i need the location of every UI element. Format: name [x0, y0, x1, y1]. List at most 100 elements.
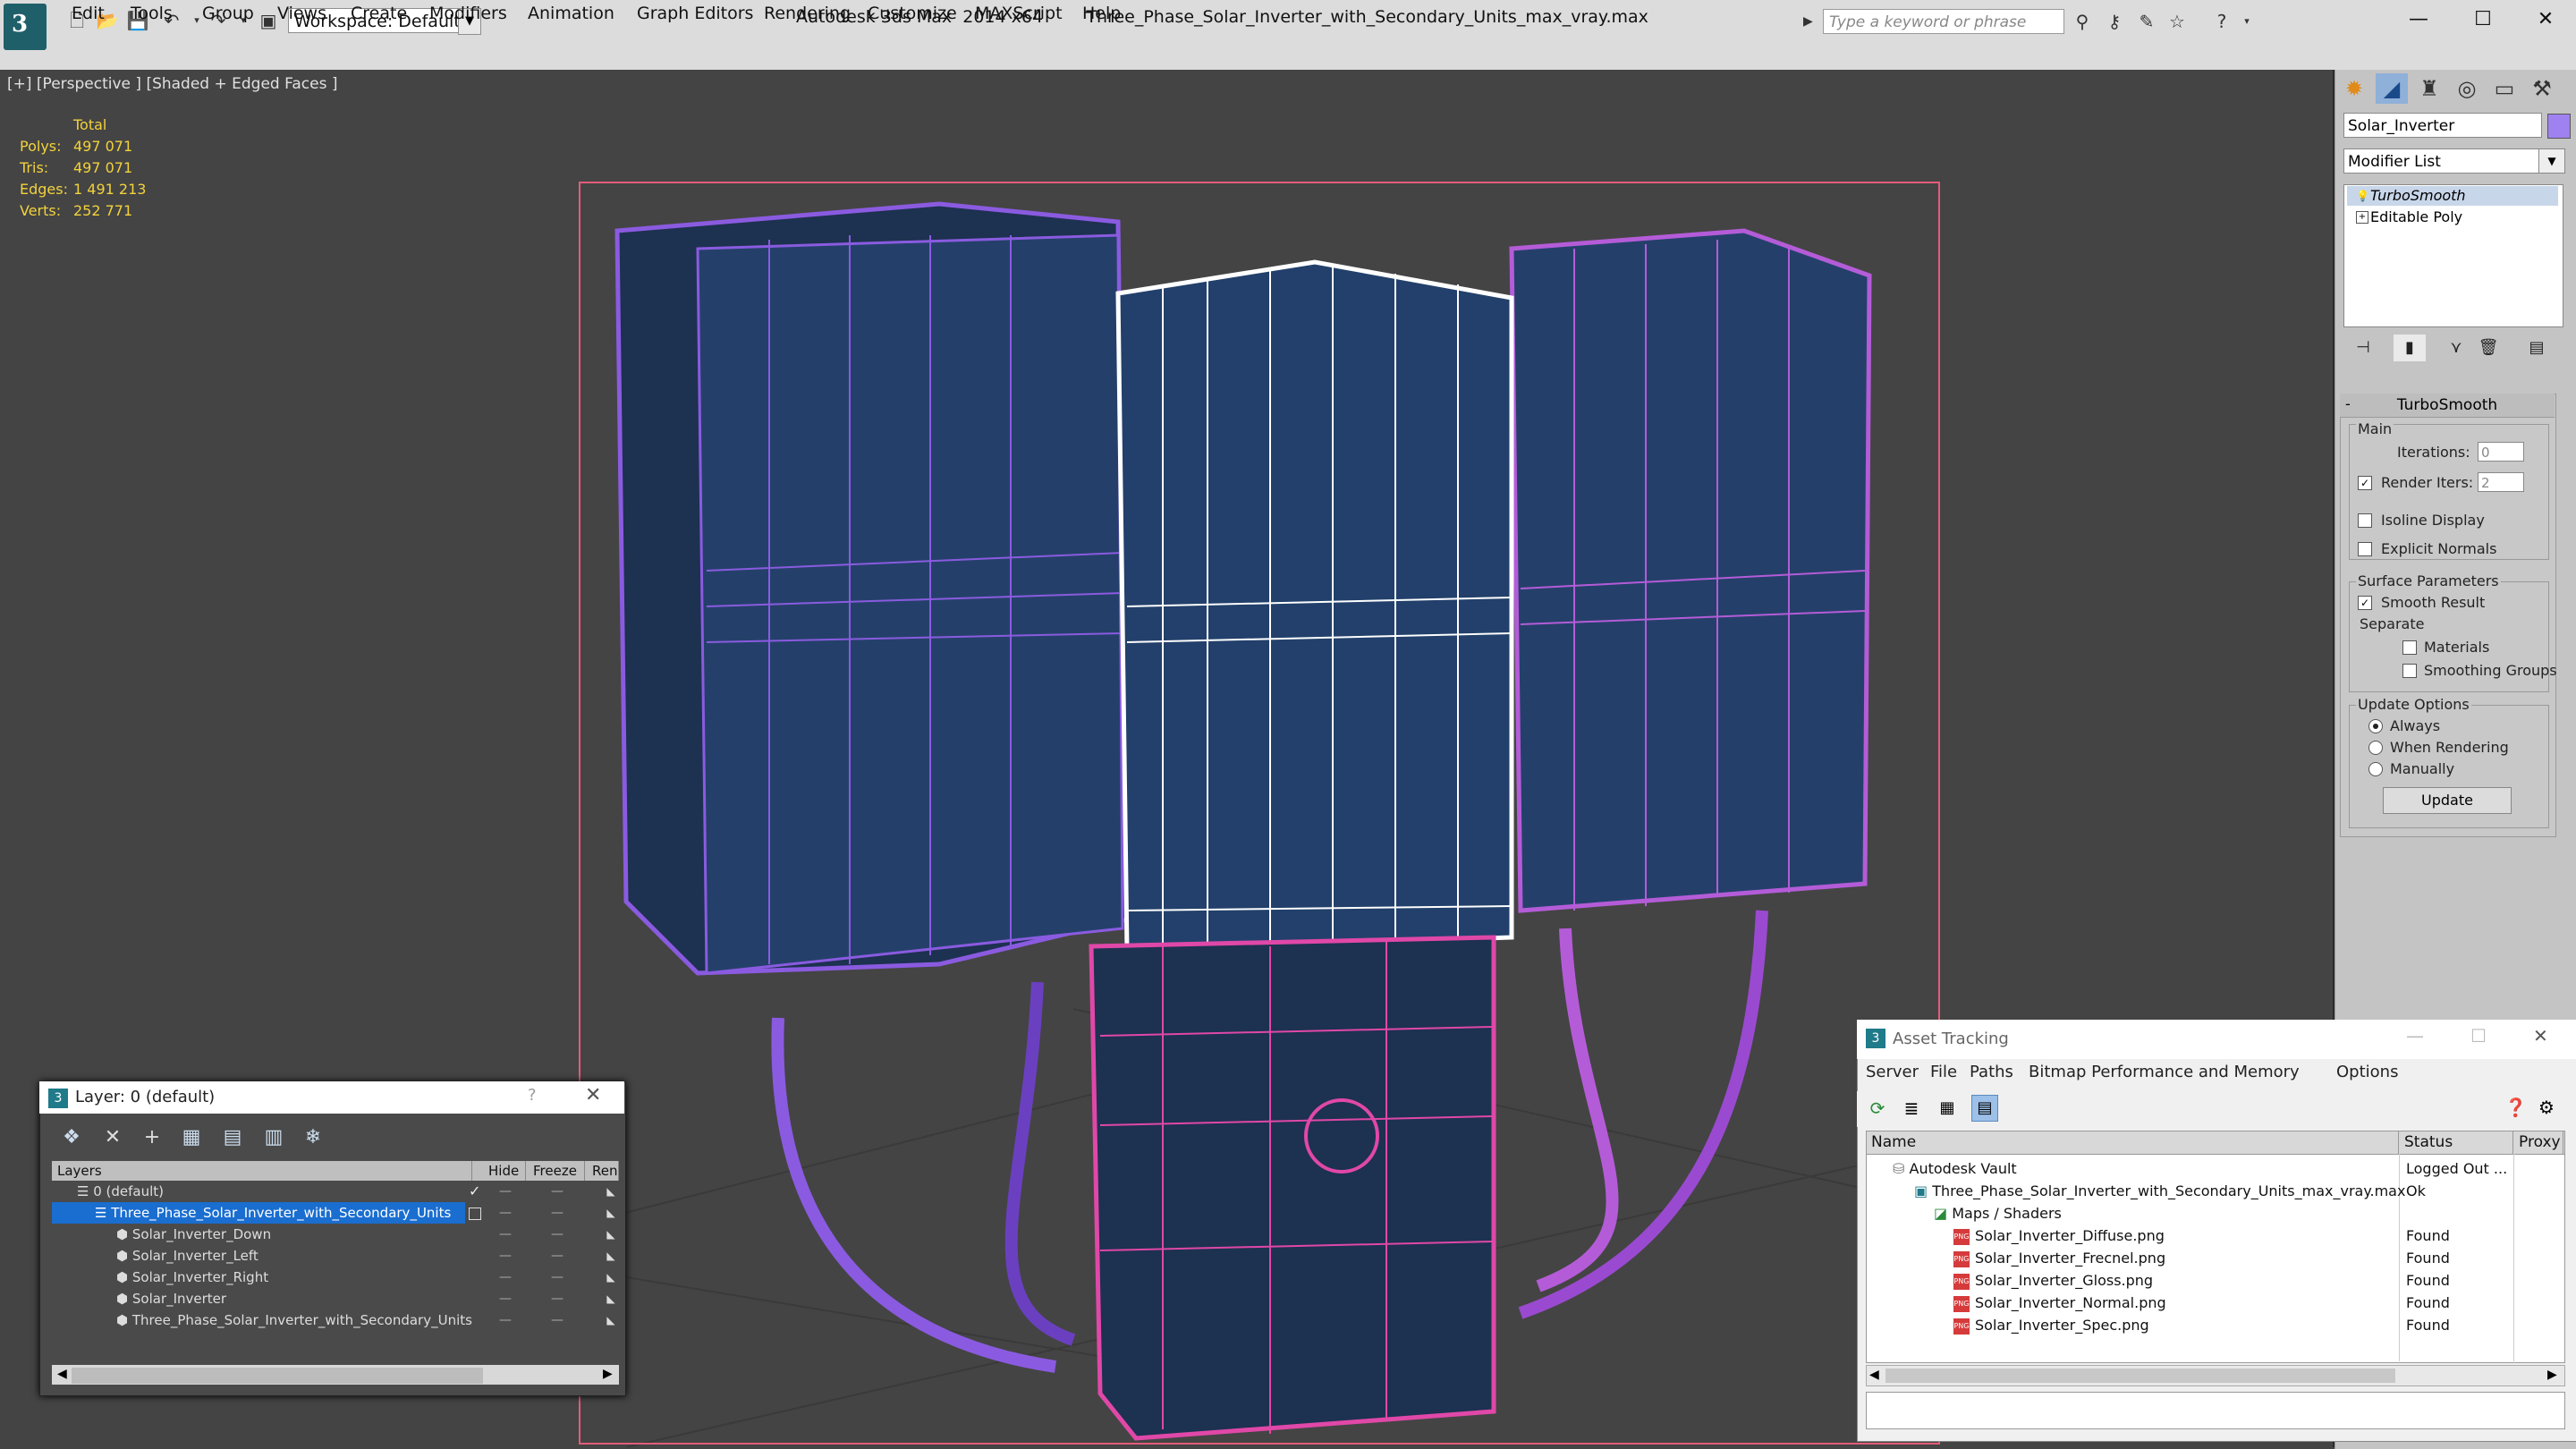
lightbulb-icon[interactable]: 💡: [2356, 190, 2369, 202]
list-view-icon[interactable]: ≣: [1900, 1097, 1923, 1120]
menu-rendering[interactable]: Rendering: [764, 4, 851, 23]
asset-menu-paths[interactable]: Paths: [1970, 1063, 2013, 1081]
binoculars-icon[interactable]: ⚲: [2070, 9, 2095, 34]
app-menu-button[interactable]: 3: [4, 4, 47, 50]
modifier-list-dropdown[interactable]: Modifier List: [2343, 148, 2565, 174]
menu-views[interactable]: Views: [277, 4, 326, 23]
menu-modifiers[interactable]: Modifiers: [429, 4, 507, 23]
maximize-icon[interactable]: ☐: [2470, 1025, 2487, 1046]
maximize-icon[interactable]: ☐: [2454, 4, 2512, 36]
search-expand-icon[interactable]: ▶: [1803, 11, 1819, 32]
viewport-label[interactable]: [+] [Perspective ] [Shaded + Edged Faces…: [7, 75, 337, 93]
column-hide[interactable]: Hide: [483, 1161, 526, 1181]
menu-animation[interactable]: Animation: [528, 4, 614, 23]
delete-layer-icon[interactable]: ✕: [98, 1125, 127, 1150]
hierarchy-tab-icon[interactable]: ♜: [2413, 73, 2445, 104]
layer-row[interactable]: ⬢ Solar_Inverter: [52, 1288, 226, 1309]
minimize-icon[interactable]: —: [2390, 4, 2447, 36]
scroll-left-icon[interactable]: ◀: [1869, 1368, 1879, 1382]
object-color-swatch[interactable]: [2547, 114, 2571, 139]
stack-item-turbosmooth[interactable]: TurboSmooth: [2347, 186, 2558, 206]
create-tab-icon[interactable]: ✹: [2338, 73, 2370, 104]
scroll-right-icon[interactable]: ▶: [2547, 1368, 2557, 1382]
smoothing-groups-checkbox[interactable]: [2402, 664, 2417, 678]
favorites-icon[interactable]: ☆: [2165, 9, 2190, 34]
stack-item-editable-poly[interactable]: Editable Poly: [2347, 208, 2558, 227]
column-proxy[interactable]: Proxy: [2513, 1131, 2563, 1154]
remove-modifier-icon[interactable]: 🗑: [2472, 335, 2504, 361]
asset-row[interactable]: PNG Solar_Inverter_Normal.png: [1866, 1292, 2166, 1314]
when-rendering-radio[interactable]: [2368, 741, 2383, 755]
infocenter-search-input[interactable]: Type a keyword or phrase: [1823, 9, 2064, 34]
detail-view-icon[interactable]: ▦: [1936, 1097, 1959, 1120]
object-name-field[interactable]: Solar_Inverter: [2343, 113, 2542, 138]
asset-row[interactable]: ⛁ Autodesk Vault: [1866, 1157, 2017, 1180]
column-name[interactable]: Name: [1866, 1131, 2399, 1154]
manually-radio[interactable]: [2368, 762, 2383, 776]
menu-create[interactable]: Create: [351, 4, 407, 23]
settings-icon[interactable]: ⚙: [2538, 1097, 2555, 1118]
hide-toggles[interactable]: — — — — — — —: [492, 1181, 519, 1331]
layer-row[interactable]: ⬢ Solar_Inverter_Left: [52, 1245, 258, 1267]
make-unique-icon[interactable]: ⋎: [2440, 335, 2472, 361]
rollout-header[interactable]: TurboSmooth: [2340, 394, 2555, 418]
scroll-right-icon[interactable]: ▶: [603, 1367, 613, 1381]
close-icon[interactable]: ✕: [2517, 4, 2574, 36]
close-icon[interactable]: ✕: [2533, 1025, 2548, 1046]
create-layer-icon[interactable]: ❖: [57, 1125, 86, 1150]
asset-menu-options[interactable]: Options: [2336, 1063, 2398, 1081]
refresh-icon[interactable]: ⟳: [1866, 1097, 1889, 1120]
show-end-result-icon[interactable]: ▮: [2394, 335, 2426, 361]
display-tab-icon[interactable]: ▭: [2488, 73, 2521, 104]
asset-row[interactable]: ▣ Three_Phase_Solar_Inverter_with_Second…: [1866, 1180, 2405, 1202]
help-icon[interactable]: ?: [528, 1086, 537, 1105]
layer-dialog-title[interactable]: Layer: 0 (default): [39, 1081, 624, 1114]
explicit-normals-checkbox[interactable]: [2358, 542, 2372, 556]
scroll-thumb[interactable]: [72, 1368, 483, 1384]
help-icon[interactable]: ?: [2209, 9, 2234, 34]
communication-icon[interactable]: ✎: [2134, 9, 2159, 34]
table-view-icon[interactable]: ▤: [1971, 1095, 1998, 1122]
collapse-icon[interactable]: -: [2345, 395, 2351, 412]
chevron-down-icon[interactable]: ▼: [2538, 149, 2564, 173]
menu-help[interactable]: Help: [1082, 4, 1121, 23]
menu-customize[interactable]: Customize: [868, 4, 957, 23]
help-dropdown-icon[interactable]: ▾: [2234, 9, 2259, 34]
column-freeze[interactable]: Freeze: [528, 1161, 585, 1181]
asset-row[interactable]: PNG Solar_Inverter_Diffuse.png: [1866, 1224, 2165, 1247]
always-radio[interactable]: [2368, 719, 2383, 733]
asset-menu-file[interactable]: File: [1930, 1063, 1957, 1081]
update-button[interactable]: Update: [2383, 787, 2512, 814]
render-toggles[interactable]: ◣ ◣ ◣ ◣ ◣ ◣ ◣: [605, 1181, 617, 1331]
minimize-icon[interactable]: —: [2406, 1025, 2424, 1046]
asset-row[interactable]: PNG Solar_Inverter_Frecnel.png: [1866, 1247, 2165, 1269]
utilities-tab-icon[interactable]: ⚒: [2526, 73, 2558, 104]
menu-maxscript[interactable]: MAXScript: [975, 4, 1063, 23]
menu-group[interactable]: Group: [202, 4, 254, 23]
close-icon[interactable]: ✕: [585, 1084, 601, 1106]
asset-row[interactable]: PNG Solar_Inverter_Gloss.png: [1866, 1269, 2153, 1292]
help-icon[interactable]: ❓: [2504, 1097, 2527, 1118]
asset-row[interactable]: PNG Solar_Inverter_Spec.png: [1866, 1314, 2149, 1336]
asset-path-field[interactable]: [1866, 1392, 2565, 1429]
set-current-box[interactable]: [469, 1208, 481, 1220]
render-iters-spinner[interactable]: 2: [2478, 472, 2524, 492]
isoline-display-checkbox[interactable]: [2358, 513, 2372, 528]
column-layers[interactable]: Layers: [52, 1161, 472, 1181]
pin-stack-icon[interactable]: ⊣: [2347, 335, 2379, 361]
menu-edit[interactable]: Edit: [72, 4, 105, 23]
column-render[interactable]: Ren: [587, 1161, 619, 1181]
menu-tools[interactable]: Tools: [131, 4, 173, 23]
layer-row[interactable]: ⬢ Solar_Inverter_Right: [52, 1267, 268, 1288]
scroll-thumb[interactable]: [1885, 1368, 2395, 1383]
menu-graph-editors[interactable]: Graph Editors: [637, 4, 753, 23]
expand-plus-icon[interactable]: +: [2356, 211, 2368, 224]
asset-menu-server[interactable]: Server: [1866, 1063, 1919, 1081]
layer-row[interactable]: ⬢ Solar_Inverter_Down: [52, 1224, 271, 1245]
motion-tab-icon[interactable]: ◎: [2451, 73, 2483, 104]
subscription-icon[interactable]: ⚷: [2102, 9, 2127, 34]
materials-checkbox[interactable]: [2402, 640, 2417, 655]
freeze-toggles[interactable]: — — — — — — —: [544, 1181, 571, 1331]
asset-tracking-title[interactable]: Asset Tracking: [1857, 1020, 2576, 1059]
layer-row-selected[interactable]: ☰ Three_Phase_Solar_Inverter_with_Second…: [52, 1202, 465, 1224]
